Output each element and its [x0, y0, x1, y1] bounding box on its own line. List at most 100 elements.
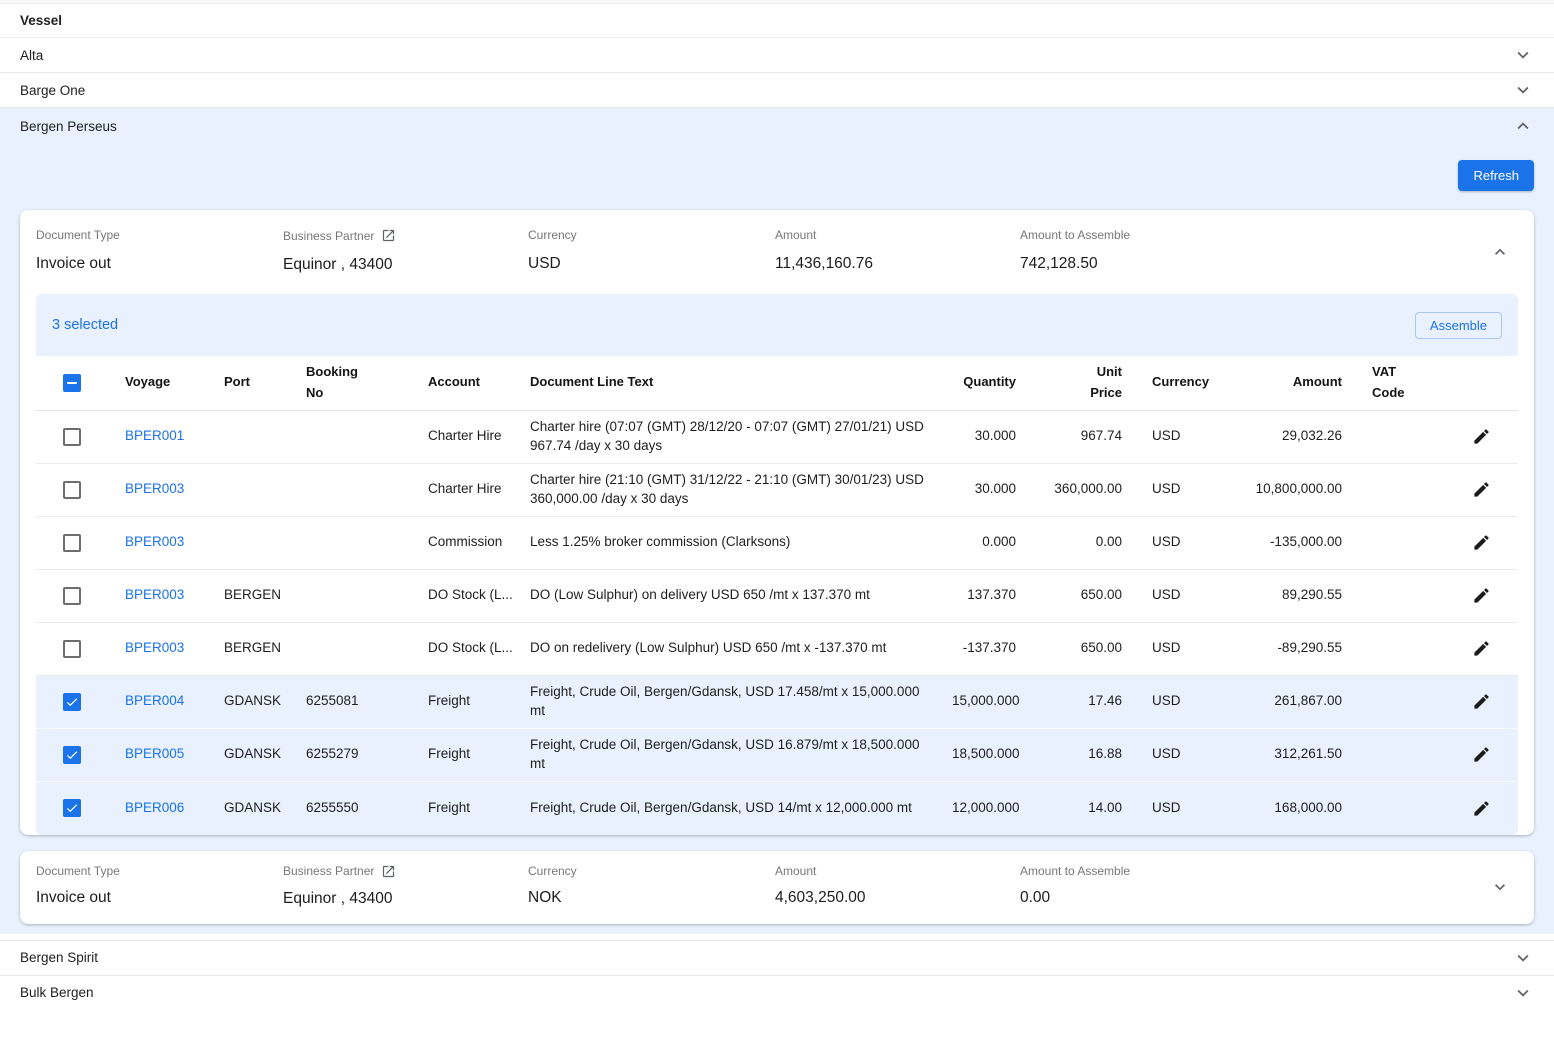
document-card-header: Document Type Invoice out Business Partn…: [20, 851, 1534, 924]
chevron-down-icon: [1512, 79, 1534, 101]
business-partner-value: Equinor , 43400: [283, 890, 528, 908]
table-row[interactable]: BPER003 Commission Less 1.25% broker com…: [36, 517, 1518, 570]
unit-price-cell: 0.00: [1028, 527, 1134, 557]
amount-cell: -135,000.00: [1234, 527, 1354, 557]
field-label: Amount to Assemble: [1020, 228, 1478, 242]
edit-icon[interactable]: [1468, 529, 1495, 556]
document-line-text-cell: Freight, Crude Oil, Bergen/Gdansk, USD 1…: [524, 793, 944, 823]
edit-icon[interactable]: [1468, 688, 1495, 715]
document-card-header: Document Type Invoice out Business Partn…: [20, 210, 1534, 294]
quantity-cell: 12,000.000: [944, 793, 1028, 823]
table-row[interactable]: BPER004 GDANSK 6255081 Freight Freight, …: [36, 676, 1518, 729]
unit-price-cell: 17.46: [1028, 686, 1134, 716]
panel-toolbar: Refresh: [0, 144, 1554, 191]
edit-icon[interactable]: [1468, 476, 1495, 503]
document-line-text-cell: Charter hire (21:10 (GMT) 31/12/22 - 21:…: [524, 465, 944, 513]
currency-cell: USD: [1134, 686, 1234, 716]
amount-value: 4,603,250.00: [775, 889, 1020, 907]
vessel-row-barge-one[interactable]: Barge One: [0, 73, 1554, 108]
row-checkbox[interactable]: [63, 746, 81, 764]
table-row[interactable]: BPER005 GDANSK 6255279 Freight Freight, …: [36, 729, 1518, 782]
amount-to-assemble-value: 742,128.50: [1020, 255, 1478, 273]
vessel-row-bergen-spirit[interactable]: Bergen Spirit: [0, 940, 1554, 975]
row-checkbox[interactable]: [63, 428, 81, 446]
quantity-cell: 18,500.000: [944, 739, 1028, 769]
table-row[interactable]: BPER003 Charter Hire Charter hire (21:10…: [36, 464, 1518, 517]
row-checkbox[interactable]: [63, 799, 81, 817]
port-cell: BERGEN: [216, 633, 298, 663]
port-cell: GDANSK: [216, 739, 298, 769]
vat-code-cell: [1354, 643, 1444, 655]
document-line-text-cell: Freight, Crude Oil, Bergen/Gdansk, USD 1…: [524, 677, 944, 725]
indeterminate-mark: [67, 382, 77, 384]
field-currency: Currency USD: [528, 228, 775, 274]
row-checkbox[interactable]: [63, 534, 81, 552]
voyage-link[interactable]: BPER001: [125, 428, 184, 443]
field-label: Document Type: [36, 228, 283, 242]
vat-code-cell: [1354, 802, 1444, 814]
assemble-button[interactable]: Assemble: [1415, 312, 1502, 339]
vessel-row-alta[interactable]: Alta: [0, 38, 1554, 73]
booking-no-cell: [298, 431, 420, 443]
selected-count: 3 selected: [52, 317, 118, 333]
amount-value: 11,436,160.76: [775, 255, 1020, 273]
refresh-button[interactable]: Refresh: [1458, 160, 1534, 191]
row-checkbox[interactable]: [63, 640, 81, 658]
voyage-link[interactable]: BPER003: [125, 534, 184, 549]
amount-cell: 168,000.00: [1234, 793, 1354, 823]
vessel-row-bulk-bergen[interactable]: Bulk Bergen: [0, 975, 1554, 1010]
voyage-link[interactable]: BPER003: [125, 587, 184, 602]
quantity-cell: 137.370: [944, 580, 1028, 610]
vessel-name: Bergen Perseus: [20, 119, 117, 134]
voyage-link[interactable]: BPER004: [125, 693, 184, 708]
booking-no-cell: 6255550: [298, 793, 420, 823]
header-vat-code: VAT Code: [1372, 362, 1414, 404]
field-label: Amount: [775, 864, 1020, 878]
unit-price-cell: 650.00: [1028, 633, 1134, 663]
field-label: Amount: [775, 228, 1020, 242]
booking-no-cell: [298, 590, 420, 602]
edit-icon[interactable]: [1468, 741, 1495, 768]
currency-cell: USD: [1134, 474, 1234, 504]
unit-price-cell: 967.74: [1028, 421, 1134, 451]
field-currency: Currency NOK: [528, 864, 775, 908]
open-in-new-icon[interactable]: [381, 864, 396, 879]
booking-no-cell: 6255279: [298, 739, 420, 769]
table-row[interactable]: BPER003 BERGEN DO Stock (L... DO (Low Su…: [36, 570, 1518, 623]
row-checkbox[interactable]: [63, 481, 81, 499]
edit-icon[interactable]: [1468, 795, 1495, 822]
chevron-up-icon[interactable]: [1490, 242, 1510, 262]
currency-cell: USD: [1134, 527, 1234, 557]
chevron-down-icon[interactable]: [1490, 877, 1510, 897]
edit-icon[interactable]: [1468, 423, 1495, 450]
currency-cell: USD: [1134, 633, 1234, 663]
port-cell: [216, 431, 298, 443]
table-row[interactable]: BPER001 Charter Hire Charter hire (07:07…: [36, 411, 1518, 464]
open-in-new-icon[interactable]: [381, 228, 396, 243]
header-amount: Amount: [1234, 366, 1354, 399]
voyage-link[interactable]: BPER003: [125, 481, 184, 496]
vat-code-cell: [1354, 696, 1444, 708]
document-card-nok: Document Type Invoice out Business Partn…: [20, 851, 1534, 924]
vessel-name: Bulk Bergen: [20, 985, 94, 1000]
account-cell: DO Stock (L...: [420, 580, 524, 610]
edit-icon[interactable]: [1468, 635, 1495, 662]
document-type-value: Invoice out: [36, 255, 283, 273]
voyage-link[interactable]: BPER005: [125, 746, 184, 761]
currency-cell: USD: [1134, 421, 1234, 451]
select-all-checkbox[interactable]: [63, 374, 81, 392]
field-amount: Amount 11,436,160.76: [775, 228, 1020, 274]
voyage-link[interactable]: BPER006: [125, 800, 184, 815]
edit-icon[interactable]: [1468, 582, 1495, 609]
voyage-link[interactable]: BPER003: [125, 640, 184, 655]
row-checkbox[interactable]: [63, 587, 81, 605]
amount-cell: 312,261.50: [1234, 739, 1354, 769]
table-row[interactable]: BPER003 BERGEN DO Stock (L... DO on rede…: [36, 623, 1518, 676]
amount-cell: -89,290.55: [1234, 633, 1354, 663]
table-row[interactable]: BPER006 GDANSK 6255550 Freight Freight, …: [36, 782, 1518, 835]
port-cell: [216, 484, 298, 496]
document-lines-table: Voyage Port Booking No Account Document …: [36, 356, 1518, 835]
row-checkbox[interactable]: [63, 693, 81, 711]
vessel-name: Alta: [20, 48, 43, 63]
vessel-row-bergen-perseus[interactable]: Bergen Perseus: [0, 108, 1554, 144]
